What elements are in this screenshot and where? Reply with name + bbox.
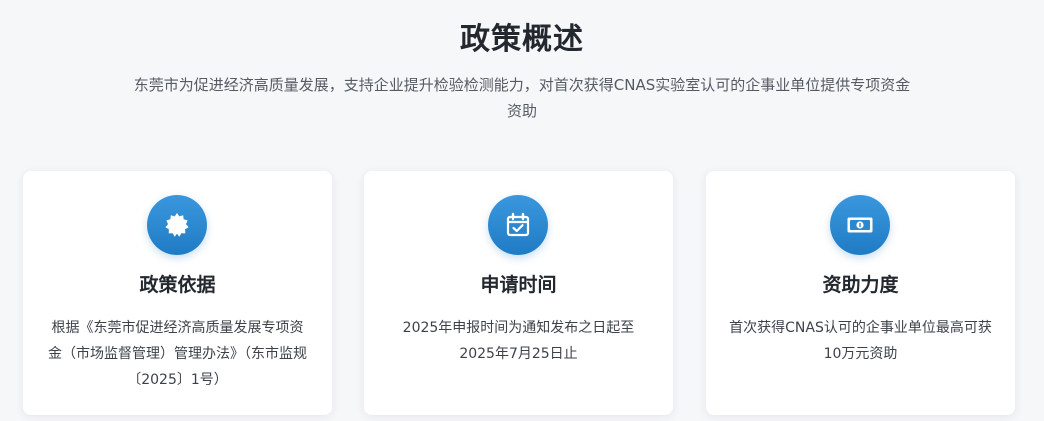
card-description: 根据《东莞市促进经济高质量发展专项资金（市场监督管理）管理办法》（东市监规〔20… (48, 320, 307, 388)
card-title: 申请时间 (480, 274, 557, 296)
calendar-check-icon (488, 195, 548, 255)
card-description: 2025年申报时间为通知发布之日起至2025年7月25日止 (402, 320, 635, 362)
application-time-card: 申请时间 2025年申报时间为通知发布之日起至2025年7月25日止 (364, 171, 673, 415)
card-description: 首次获得CNAS认可的企事业单位最高可获10万元资助 (729, 320, 992, 362)
certificate-badge-icon (147, 195, 207, 255)
money-bill-icon (830, 195, 890, 255)
card-title: 政策依据 (139, 274, 216, 296)
page-title: 政策概述 (460, 22, 584, 57)
funding-amount-card: 资助力度 首次获得CNAS认可的企事业单位最高可获10万元资助 (706, 171, 1015, 415)
page-subtitle: 东莞市为促进经济高质量发展，支持企业提升检验检测能力，对首次获得CNAS实验室认… (133, 76, 911, 120)
policy-basis-card: 政策依据 根据《东莞市促进经济高质量发展专项资金（市场监督管理）管理办法》（东市… (23, 171, 332, 415)
policy-overview-section: 政策概述 东莞市为促进经济高质量发展，支持企业提升检验检测能力，对首次获得CNA… (0, 0, 1044, 421)
card-title: 资助力度 (822, 274, 899, 296)
